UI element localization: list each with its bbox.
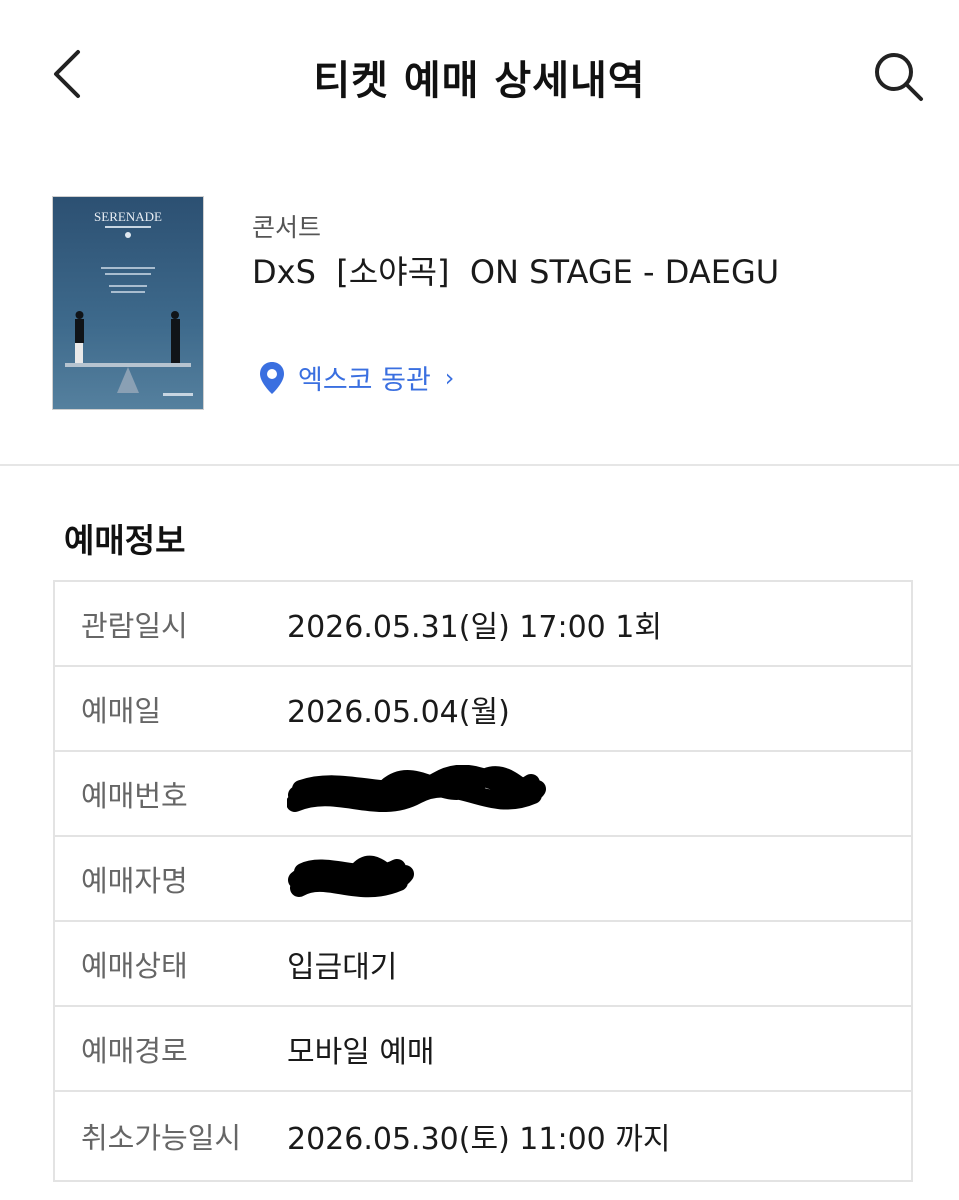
- event-category: 콘서트: [252, 213, 322, 242]
- section-divider: [0, 464, 959, 466]
- venue-name: 엑스코 동관: [298, 365, 431, 396]
- row-label: 관람일시: [81, 608, 188, 643]
- header-bar: 티켓 예매 상세내역: [0, 0, 959, 150]
- table-row: 예매번호: [55, 752, 911, 837]
- row-label: 취소가능일시: [81, 1121, 242, 1155]
- row-label: 예매자명: [81, 863, 188, 898]
- chevron-right-icon: ›: [444, 363, 455, 392]
- row-value: 2026.05.04(월): [287, 694, 510, 730]
- row-value: 2026.05.31(일) 17:00 1회: [287, 609, 662, 645]
- row-label: 예매경로: [81, 1033, 188, 1068]
- event-title: DxS [소야곡] ON STAGE - DAEGU: [252, 253, 780, 291]
- row-label: 예매상태: [81, 948, 188, 983]
- table-row: 취소가능일시 2026.05.30(토) 11:00 까지: [55, 1092, 911, 1180]
- map-pin-icon: [260, 361, 284, 394]
- search-icon: [875, 53, 923, 101]
- table-row: 관람일시 2026.05.31(일) 17:00 1회: [55, 582, 911, 667]
- poster-title: SERENADE: [94, 209, 162, 224]
- booker-name-redacted: [287, 850, 417, 908]
- row-value: 2026.05.30(토) 11:00 까지: [287, 1122, 671, 1157]
- row-label: 예매일: [81, 693, 162, 728]
- table-row: 예매상태 입금대기: [55, 922, 911, 1007]
- search-button[interactable]: [868, 46, 928, 106]
- venue-link[interactable]: 엑스코 동관 ›: [258, 358, 454, 397]
- event-summary: SERENADE 콘서트 DxS [소야곡] ON STAGE - DAEGU: [0, 150, 959, 465]
- booking-number-redacted: [287, 764, 547, 823]
- page-title: 티켓 예매 상세내역: [313, 58, 646, 104]
- section-title: 예매정보: [64, 521, 186, 560]
- table-row: 예매자명: [55, 837, 911, 922]
- table-row: 예매일 2026.05.04(월): [55, 667, 911, 752]
- row-value: 입금대기: [287, 949, 398, 985]
- booking-info-table: 관람일시 2026.05.31(일) 17:00 1회 예매일 2026.05.…: [53, 580, 913, 1182]
- row-label: 예매번호: [81, 778, 188, 813]
- table-row: 예매경로 모바일 예매: [55, 1007, 911, 1092]
- row-value: 모바일 예매: [287, 1034, 435, 1070]
- event-poster[interactable]: SERENADE: [52, 196, 204, 410]
